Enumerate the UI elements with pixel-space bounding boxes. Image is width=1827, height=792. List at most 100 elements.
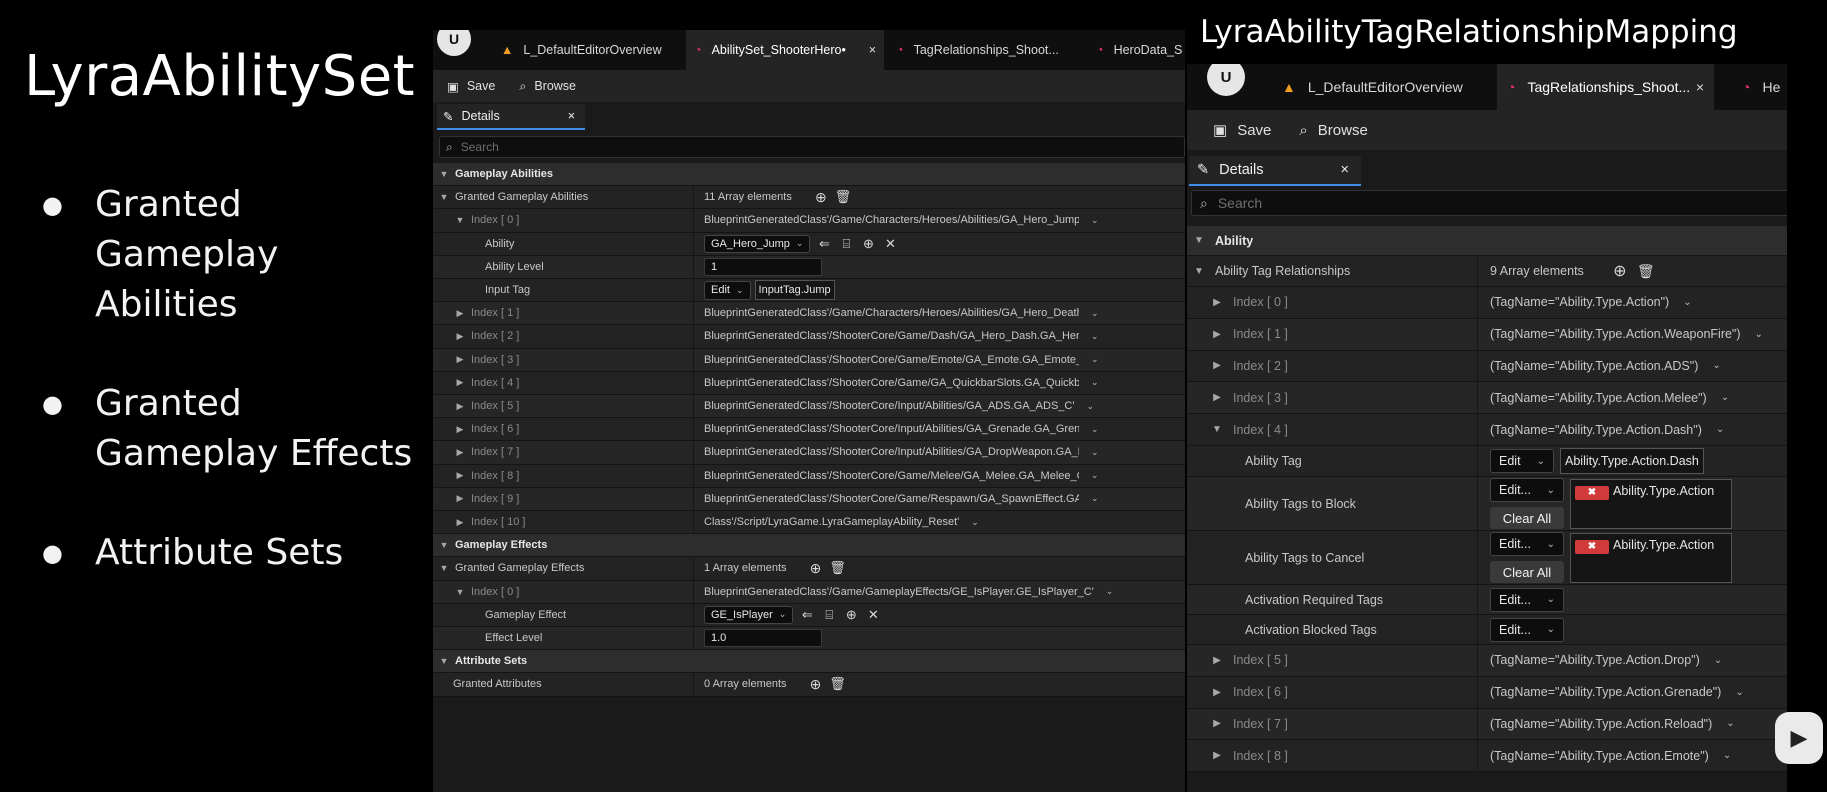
ability-array-element[interactable]: ▶ Index [ 5 ] BlueprintGeneratedClass'/Sho… (433, 395, 1185, 419)
chevron-down-icon[interactable]: ⌄ (1091, 308, 1099, 319)
use-selected-icon[interactable]: ⇐ (799, 607, 815, 623)
expand-arrow-icon[interactable]: ▶ (453, 377, 467, 388)
ability-tag-row[interactable]: Ability Tag Edit ⌄ Ability.Type.Action.Dash (1187, 446, 1787, 477)
chevron-down-icon[interactable]: ⌄ (1091, 377, 1099, 388)
relationship-array-element[interactable]: ▶ Index [ 0 ] (TagName="Ability.Type.Actio… (1187, 287, 1787, 319)
ability-tag-chip[interactable]: Ability.Type.Action.Dash (1560, 448, 1704, 474)
chevron-down-icon[interactable]: ⌄ (1712, 360, 1720, 371)
expand-arrow-icon[interactable]: ▶ (1209, 297, 1225, 308)
activation-required-tags-row[interactable]: Activation Required Tags Edit... ⌄ (1187, 585, 1787, 615)
expand-arrow-icon[interactable]: ▶ (453, 493, 467, 504)
tab-tag-relationships[interactable]: ◔ TagRelationships_Shoot... × (1497, 64, 1714, 110)
clear-all-button[interactable]: Clear All (1490, 507, 1564, 529)
expand-arrow-icon[interactable]: ▶ (1209, 687, 1225, 698)
chevron-down-icon[interactable]: ⌄ (971, 517, 979, 528)
trash-icon[interactable]: 🗑 (834, 189, 852, 205)
ability-array-element[interactable]: ▶ Index [ 1 ] BlueprintGeneratedClass'/Gam… (433, 302, 1185, 326)
chevron-down-icon[interactable]: ⌄ (1723, 750, 1731, 761)
effect-array-element[interactable]: ▼ Index [ 0 ] BlueprintGeneratedClass'/Gam… (433, 580, 1185, 604)
use-selected-icon[interactable]: ⇐ (816, 236, 832, 252)
activation-blocked-tags-row[interactable]: Activation Blocked Tags Edit... ⌄ (1187, 615, 1787, 645)
collapse-arrow-icon[interactable]: ▼ (453, 215, 467, 225)
ability-tag-relationships-array[interactable]: ▼ Ability Tag Relationships 9 Array elemen… (1187, 256, 1787, 287)
tab-ability-set[interactable]: ◔ AbilitySet_ShooterHero• × (686, 30, 884, 70)
relationship-array-element[interactable]: ▶ Index [ 3 ] (TagName="Ability.Type.Actio… (1187, 382, 1787, 415)
save-button[interactable]: ▣ Save (447, 79, 495, 94)
tab-hero-data[interactable]: ◔ He (1732, 64, 1787, 110)
effect-level-row[interactable]: Effect Level 1.0 (433, 627, 1185, 651)
add-element-icon[interactable]: ⊕ (807, 676, 825, 693)
effect-class-picker[interactable]: GE_IsPlayer ⌄ (704, 605, 794, 624)
ability-array-element[interactable]: ▶ Index [ 6 ] BlueprintGeneratedClass'/Sho… (433, 418, 1185, 442)
details-tab[interactable]: ✎ Details × (437, 104, 585, 130)
browse-button[interactable]: ⌕ Browse (519, 79, 576, 94)
ability-array-element[interactable]: ▶ Index [ 3 ] BlueprintGeneratedClass'/Sho… (433, 348, 1185, 372)
chevron-down-icon[interactable]: ⌄ (1106, 586, 1114, 597)
browse-asset-icon[interactable]: ⌸ (821, 607, 837, 623)
tab-tag-relationships[interactable]: ◔ TagRelationships_Shoot... (888, 30, 1067, 70)
expand-arrow-icon[interactable]: ▶ (453, 424, 467, 435)
input-tag-chip[interactable]: InputTag.Jump (754, 280, 835, 301)
relationship-array-element[interactable]: ▶ Index [ 1 ] (TagName="Ability.Type.Actio… (1187, 318, 1787, 351)
clear-all-button[interactable]: Clear All (1490, 561, 1564, 583)
ability-property-row[interactable]: Ability GA_Hero_Jump ⌄ ⇐ ⌸ ⊕ ✕ (433, 232, 1185, 256)
chevron-down-icon[interactable]: ⌄ (1091, 424, 1099, 435)
add-element-icon[interactable]: ⊕ (1610, 261, 1630, 281)
chevron-down-icon[interactable]: ⌄ (1091, 493, 1099, 504)
tab-default-editor-overview[interactable]: ▲ L_DefaultEditorOverview (1272, 64, 1473, 110)
granted-abilities-array[interactable]: ▼ Granted Gameplay Abilities 11 Array elem… (433, 186, 1185, 210)
tags-to-cancel-row[interactable]: Ability Tags to Cancel Edit... ⌄ Clear All ✖… (1187, 531, 1787, 585)
expand-arrow-icon[interactable]: ▶ (1209, 392, 1225, 403)
expand-arrow-icon[interactable]: ▶ (453, 331, 467, 342)
add-element-icon[interactable]: ⊕ (807, 560, 825, 577)
ability-array-element[interactable]: ▶ Index [ 10 ] Class'/Script/LyraGame.Lyra… (433, 511, 1185, 535)
edit-tags-button[interactable]: Edit... ⌄ (1490, 478, 1564, 502)
relationship-array-element[interactable]: ▶ Index [ 2 ] (TagName="Ability.Type.Actio… (1187, 350, 1787, 383)
expand-arrow-icon[interactable]: ▶ (1209, 655, 1225, 666)
unreal-logo-icon[interactable]: U (437, 30, 471, 56)
ability-array-element[interactable]: ▼ Index [ 0 ] BlueprintGeneratedClass'/Gam… (433, 209, 1185, 233)
chevron-down-icon[interactable]: ⌄ (1726, 718, 1734, 729)
collapse-arrow-icon[interactable]: ▼ (437, 563, 451, 573)
ability-array-element[interactable]: ▶ Index [ 4 ] BlueprintGeneratedClass'/Sho… (433, 371, 1185, 395)
chevron-down-icon[interactable]: ⌄ (1091, 354, 1099, 365)
effect-level-input[interactable]: 1.0 (704, 629, 822, 648)
section-gameplay-abilities[interactable]: ▼ Gameplay Abilities (433, 163, 1185, 187)
chevron-down-icon[interactable]: ⌄ (1091, 447, 1099, 458)
edit-tags-button[interactable]: Edit... ⌄ (1490, 587, 1564, 612)
chevron-down-icon[interactable]: ⌄ (1755, 329, 1763, 340)
chevron-down-icon[interactable]: ⌄ (1683, 297, 1691, 308)
browse-button[interactable]: ⌕ Browse (1299, 122, 1367, 139)
collapse-arrow-icon[interactable]: ▼ (1191, 266, 1207, 277)
trash-icon[interactable]: 🗑 (829, 676, 847, 692)
expand-arrow-icon[interactable]: ▶ (453, 308, 467, 319)
expand-arrow-icon[interactable]: ▶ (453, 470, 467, 481)
add-icon[interactable]: ⊕ (843, 607, 859, 623)
relationship-array-element[interactable]: ▶ Index [ 6 ] (TagName="Ability.Type.Actio… (1187, 676, 1787, 709)
ability-level-row[interactable]: Ability Level 1 (433, 255, 1185, 279)
trash-icon[interactable]: 🗑 (1636, 263, 1656, 280)
close-icon[interactable]: × (1696, 79, 1704, 95)
relationship-array-element[interactable]: ▼ Index [ 4 ] (TagName="Ability.Type.Actio… (1187, 414, 1787, 446)
ability-array-element[interactable]: ▶ Index [ 7 ] BlueprintGeneratedClass'/Sho… (433, 441, 1185, 465)
chevron-down-icon[interactable]: ⌄ (1735, 687, 1743, 698)
edit-tag-button[interactable]: Edit ⌄ (704, 280, 751, 300)
chevron-down-icon[interactable]: ⌄ (1086, 401, 1094, 412)
granted-effects-array[interactable]: ▼ Granted Gameplay Effects 1 Array element… (433, 557, 1185, 581)
expand-arrow-icon[interactable]: ▶ (1209, 750, 1225, 761)
ability-array-element[interactable]: ▶ Index [ 8 ] BlueprintGeneratedClass'/Sho… (433, 464, 1185, 488)
trash-icon[interactable]: 🗑 (829, 560, 847, 576)
collapse-arrow-icon[interactable]: ▼ (1191, 235, 1207, 246)
chevron-down-icon[interactable]: ⌄ (1714, 655, 1722, 666)
edit-tags-button[interactable]: Edit ⌄ (1490, 449, 1554, 473)
section-attribute-sets[interactable]: ▼ Attribute Sets (433, 650, 1185, 674)
close-icon[interactable]: × (568, 109, 575, 123)
add-element-icon[interactable]: ⊕ (812, 189, 830, 206)
expand-arrow-icon[interactable]: ▶ (1209, 718, 1225, 729)
expand-arrow-icon[interactable]: ▶ (1209, 360, 1225, 371)
section-ability[interactable]: ▼ Ability (1187, 226, 1787, 256)
clear-icon[interactable]: ✕ (865, 607, 881, 623)
edit-tags-button[interactable]: Edit... ⌄ (1490, 532, 1564, 556)
browse-asset-icon[interactable]: ⌸ (838, 236, 854, 252)
expand-arrow-icon[interactable]: ▶ (1209, 329, 1225, 340)
